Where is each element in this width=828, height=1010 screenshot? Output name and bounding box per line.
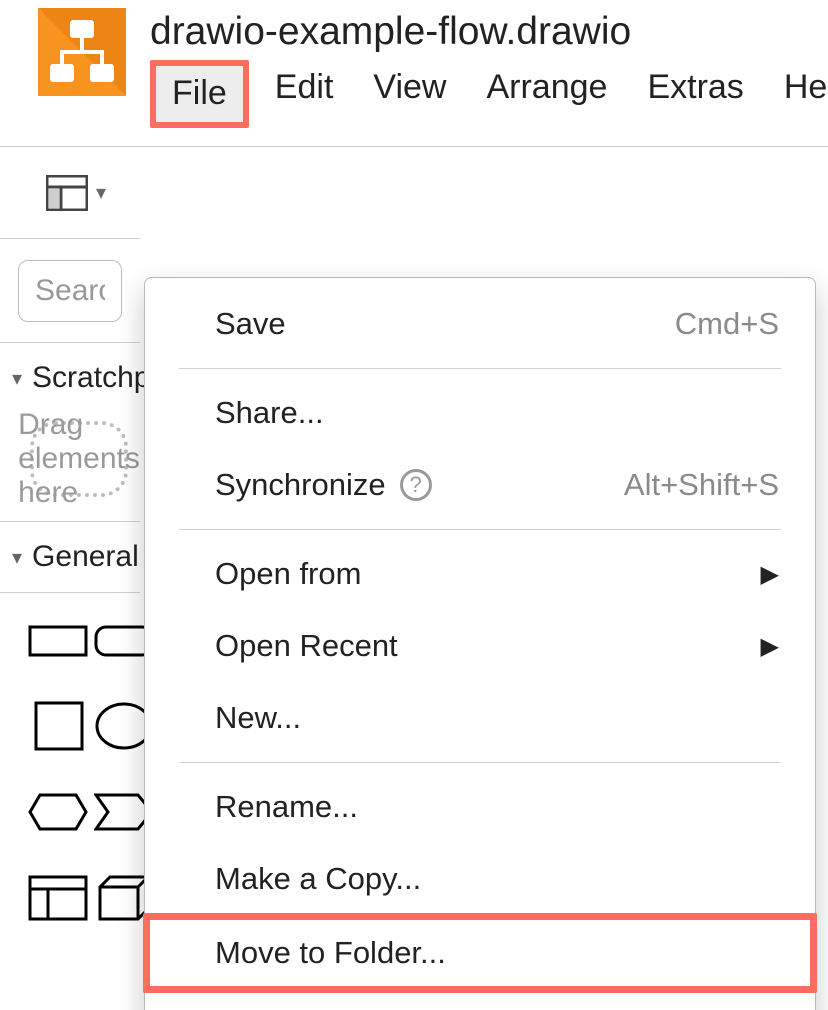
menu-save-label: Save (215, 306, 286, 342)
menubar: File Edit View Arrange Extras Help (150, 60, 828, 128)
scratchpad-section[interactable]: ▾ Scratchpad (0, 343, 140, 407)
submenu-arrow-icon: ▶ (761, 632, 779, 661)
submenu-arrow-icon: ▶ (761, 560, 779, 589)
general-section[interactable]: ▾ General (0, 522, 140, 593)
menu-arrange[interactable]: Arrange (472, 60, 621, 118)
menu-separator (179, 368, 781, 369)
layout-icon (46, 175, 88, 211)
shape-table[interactable] (28, 871, 88, 925)
menu-move-to-folder-label: Move to Folder... (215, 935, 446, 971)
caret-down-icon: ▾ (96, 180, 106, 205)
menu-import-from[interactable]: Import from ▶ (145, 991, 815, 1010)
menu-move-to-folder[interactable]: Move to Folder... (145, 917, 815, 989)
menu-edit[interactable]: Edit (261, 60, 348, 118)
menu-synchronize-label: Synchronize (215, 467, 386, 503)
help-icon[interactable]: ? (400, 469, 432, 501)
shape-rectangle[interactable] (28, 613, 88, 667)
menu-open-from-label: Open from (215, 556, 361, 592)
general-label: General (32, 540, 139, 574)
menu-synchronize-shortcut: Alt+Shift+S (624, 467, 779, 503)
menu-separator (179, 529, 781, 530)
menu-share-label: Share... (215, 395, 324, 431)
scratchpad-hint: Drag elements here (18, 408, 140, 510)
menu-file[interactable]: File (156, 66, 243, 122)
search-input[interactable] (18, 260, 122, 322)
menu-make-copy[interactable]: Make a Copy... (145, 843, 815, 915)
menu-synchronize[interactable]: Synchronize ? Alt+Shift+S (145, 449, 815, 521)
menu-separator (179, 762, 781, 763)
menu-open-recent-label: Open Recent (215, 628, 398, 664)
file-dropdown: Save Cmd+S Share... Synchronize ? Alt+Sh… (144, 277, 816, 1010)
disclosure-triangle-icon: ▾ (12, 545, 22, 570)
menu-open-recent[interactable]: Open Recent ▶ (145, 610, 815, 682)
menu-share[interactable]: Share... (145, 377, 815, 449)
menu-rename-label: Rename... (215, 789, 358, 825)
menu-view[interactable]: View (359, 60, 460, 118)
menu-extras[interactable]: Extras (633, 60, 757, 118)
menu-save[interactable]: Save Cmd+S (145, 288, 815, 360)
shapes-grid (0, 593, 140, 925)
document-title: drawio-example-flow.drawio (150, 8, 828, 54)
layout-button[interactable]: ▾ (46, 175, 106, 211)
menu-make-copy-label: Make a Copy... (215, 861, 421, 897)
menu-open-from[interactable]: Open from ▶ (145, 538, 815, 610)
menu-new-label: New... (215, 700, 301, 736)
scratchpad-dropzone[interactable]: Drag elements here (30, 421, 128, 497)
menu-help[interactable]: Help (770, 60, 828, 118)
menu-save-shortcut: Cmd+S (675, 306, 779, 342)
disclosure-triangle-icon: ▾ (12, 366, 22, 391)
menu-new[interactable]: New... (145, 682, 815, 754)
menu-rename[interactable]: Rename... (145, 771, 815, 843)
highlight-file-menu: File (150, 60, 249, 128)
shape-square[interactable] (28, 699, 88, 753)
shape-hexagon[interactable] (28, 785, 88, 839)
app-logo (38, 8, 126, 96)
